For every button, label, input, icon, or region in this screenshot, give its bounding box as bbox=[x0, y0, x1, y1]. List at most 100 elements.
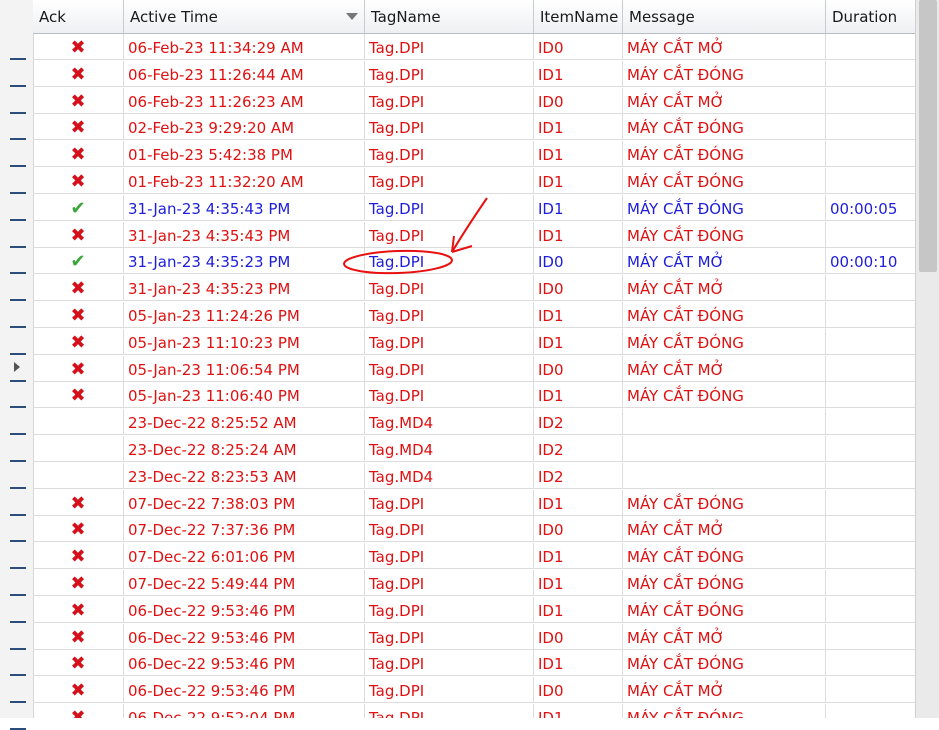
cell-tagname: Tag.DPI bbox=[365, 34, 534, 60]
red-x-icon: ✖ bbox=[33, 650, 124, 677]
cell-message: MÁY CẮT ĐÓNG bbox=[623, 302, 826, 328]
row-header-mark[interactable] bbox=[10, 567, 26, 570]
row-header-mark[interactable] bbox=[10, 84, 26, 87]
row-header-mark[interactable] bbox=[10, 513, 26, 516]
table-row[interactable]: ✖ 06-Dec-22 9:53:46 PM Tag.DPI ID1 MÁY CẮT Đ… bbox=[33, 596, 915, 623]
row-header-mark[interactable] bbox=[10, 352, 26, 355]
table-row[interactable]: 23-Dec-22 8:25:52 AM Tag.MD4 ID2 bbox=[33, 409, 915, 436]
table-row[interactable]: ✖ 05-Jan-23 11:06:40 PM Tag.DPI ID1 MÁY CẮT … bbox=[33, 382, 915, 409]
current-row-arrow-icon bbox=[14, 362, 20, 372]
table-row[interactable]: ✖ 06-Feb-23 11:34:29 AM Tag.DPI ID0 MÁY CẮT … bbox=[33, 34, 915, 60]
row-header-mark[interactable] bbox=[10, 58, 26, 60]
column-header-tagname[interactable]: TagName bbox=[365, 0, 534, 33]
table-row[interactable]: ✖ 05-Jan-23 11:10:23 PM Tag.DPI ID1 MÁY CẮT … bbox=[33, 328, 915, 355]
cell-active-time: 05-Jan-23 11:06:54 PM bbox=[124, 355, 365, 382]
cell-tagname: Tag.DPI bbox=[365, 650, 534, 677]
column-header-active-time-label: Active Time bbox=[130, 8, 218, 26]
vertical-scrollbar[interactable] bbox=[915, 0, 939, 718]
red-x-icon: ✖ bbox=[33, 114, 124, 141]
table-row[interactable]: ✖ 06-Dec-22 9:53:46 PM Tag.DPI ID0 MÁY CẮT M… bbox=[33, 623, 915, 650]
table-row[interactable]: ✖ 05-Jan-23 11:06:54 PM Tag.DPI ID0 MÁY CẮT … bbox=[33, 355, 915, 382]
cell-duration bbox=[826, 516, 915, 542]
cell-itemname: ID1 bbox=[534, 60, 623, 87]
cell-duration bbox=[826, 275, 915, 301]
table-row[interactable]: ✖ 01-Feb-23 11:32:20 AM Tag.DPI ID1 MÁY CẮT … bbox=[33, 168, 915, 194]
cell-itemname: ID0 bbox=[534, 275, 623, 302]
table-row[interactable]: 23-Dec-22 8:23:53 AM Tag.MD4 ID2 bbox=[33, 462, 915, 489]
table-row[interactable]: ✖ 06-Dec-22 9:52:04 PM Tag.DPI ID1 MÁY CẮT Đ… bbox=[33, 704, 915, 718]
cell-message: MÁY CẮT ĐÓNG bbox=[623, 382, 826, 409]
table-row[interactable]: ✖ 05-Jan-23 11:24:26 PM Tag.DPI ID1 MÁY CẮT … bbox=[33, 302, 915, 328]
row-header-mark[interactable] bbox=[10, 486, 26, 489]
cell-tagname: Tag.DPI bbox=[365, 194, 534, 221]
row-header-mark[interactable] bbox=[10, 406, 26, 409]
cell-active-time: 06-Dec-22 9:53:46 PM bbox=[124, 623, 365, 650]
table-row[interactable]: ✖ 31-Jan-23 4:35:23 PM Tag.DPI ID0 MÁY CẮT M… bbox=[33, 275, 915, 302]
red-x-icon: ✖ bbox=[33, 704, 124, 718]
cell-message: MÁY CẮT ĐÓNG bbox=[623, 489, 826, 516]
table-row[interactable]: ✖ 31-Jan-23 4:35:43 PM Tag.DPI ID1 MÁY CẮT Đ… bbox=[33, 221, 915, 248]
cell-active-time: 31-Jan-23 4:35:23 PM bbox=[124, 275, 365, 302]
table-row[interactable]: ✖ 07-Dec-22 5:49:44 PM Tag.DPI ID1 MÁY CẮT Đ… bbox=[33, 570, 915, 596]
row-header-mark[interactable] bbox=[10, 245, 26, 248]
cell-tagname: Tag.DPI bbox=[365, 168, 534, 194]
column-header-duration[interactable]: Duration bbox=[826, 0, 915, 33]
column-header-ack[interactable]: Ack bbox=[33, 0, 124, 33]
cell-message: MÁY CẮT MỞ bbox=[623, 677, 826, 704]
row-header-mark[interactable] bbox=[10, 192, 26, 194]
table-row[interactable]: ✖ 07-Dec-22 7:37:36 PM Tag.DPI ID0 MÁY CẮT M… bbox=[33, 516, 915, 543]
cell-active-time: 06-Dec-22 9:53:46 PM bbox=[124, 677, 365, 704]
table-row[interactable]: ✖ 06-Feb-23 11:26:44 AM Tag.DPI ID1 MÁY CẮT … bbox=[33, 60, 915, 87]
table-row[interactable]: ✖ 01-Feb-23 5:42:38 PM Tag.DPI ID1 MÁY CẮT Đ… bbox=[33, 141, 915, 168]
table-row[interactable]: ✖ 06-Dec-22 9:53:46 PM Tag.DPI ID1 MÁY CẮT Đ… bbox=[33, 650, 915, 677]
alarm-grid: Ack Active Time TagName ItemName Message… bbox=[0, 0, 939, 730]
column-header-message[interactable]: Message bbox=[623, 0, 826, 33]
cell-itemname: ID0 bbox=[534, 623, 623, 650]
row-header-mark[interactable] bbox=[10, 674, 26, 677]
cell-itemname: ID0 bbox=[534, 677, 623, 704]
table-row[interactable]: ✖ 02-Feb-23 9:29:20 AM Tag.DPI ID1 MÁY CẮT Đ… bbox=[33, 114, 915, 141]
table-row[interactable]: ✖ 06-Dec-22 9:53:46 PM Tag.DPI ID0 MÁY CẮT M… bbox=[33, 677, 915, 704]
scrollbar-thumb[interactable] bbox=[919, 0, 937, 272]
row-header-mark[interactable] bbox=[10, 701, 26, 704]
row-header-mark[interactable] bbox=[10, 218, 26, 221]
cell-itemname: ID1 bbox=[534, 650, 623, 677]
table-row[interactable]: ✖ 06-Feb-23 11:26:23 AM Tag.DPI ID0 MÁY CẮT … bbox=[33, 87, 915, 114]
row-header-mark[interactable] bbox=[10, 272, 26, 275]
table-row[interactable]: ✔ 31-Jan-23 4:35:43 PM Tag.DPI ID1 MÁY CẮT Đ… bbox=[33, 194, 915, 221]
cell-message: MÁY CẮT ĐÓNG bbox=[623, 141, 826, 168]
row-header-mark[interactable] bbox=[10, 460, 26, 462]
red-x-icon: ✖ bbox=[33, 677, 124, 704]
column-header-itemname[interactable]: ItemName bbox=[534, 0, 623, 33]
row-header-mark[interactable] bbox=[10, 594, 26, 596]
cell-duration bbox=[826, 463, 915, 489]
table-row[interactable]: ✖ 07-Dec-22 7:38:03 PM Tag.DPI ID1 MÁY CẮT Đ… bbox=[33, 489, 915, 516]
row-header-mark[interactable] bbox=[10, 326, 26, 328]
cell-active-time: 07-Dec-22 7:38:03 PM bbox=[124, 489, 365, 516]
cell-tagname: Tag.DPI bbox=[365, 114, 534, 141]
cell-active-time: 23-Dec-22 8:23:53 AM bbox=[124, 462, 365, 489]
table-row[interactable]: 23-Dec-22 8:25:24 AM Tag.MD4 ID2 bbox=[33, 436, 915, 462]
column-header-active-time[interactable]: Active Time bbox=[124, 0, 365, 33]
cell-duration bbox=[826, 61, 915, 87]
cell-message: MÁY CẮT MỞ bbox=[623, 248, 826, 275]
row-header-mark[interactable] bbox=[10, 138, 26, 141]
row-header-mark[interactable] bbox=[10, 620, 26, 623]
table-row[interactable]: ✖ 07-Dec-22 6:01:06 PM Tag.DPI ID1 MÁY CẮT Đ… bbox=[33, 543, 915, 570]
row-header-mark[interactable] bbox=[10, 379, 26, 382]
cell-itemname: ID0 bbox=[534, 355, 623, 382]
row-header-mark[interactable] bbox=[10, 433, 26, 436]
red-x-icon: ✖ bbox=[33, 87, 124, 114]
cell-message: MÁY CẮT ĐÓNG bbox=[623, 221, 826, 248]
cell-duration bbox=[826, 356, 915, 382]
table-row[interactable]: ✔ 31-Jan-23 4:35:23 PM Tag.DPI ID0 MÁY CẮT M… bbox=[33, 248, 915, 275]
row-header-mark[interactable] bbox=[10, 299, 26, 302]
cell-tagname: Tag.DPI bbox=[365, 516, 534, 543]
row-header-strip[interactable] bbox=[0, 0, 34, 730]
cell-duration bbox=[826, 382, 915, 408]
cell-tagname: Tag.DPI bbox=[365, 141, 534, 168]
row-header-mark[interactable] bbox=[10, 165, 26, 168]
row-header-mark[interactable] bbox=[10, 111, 26, 114]
row-header-mark[interactable] bbox=[10, 540, 26, 543]
row-header-mark[interactable] bbox=[10, 647, 26, 650]
